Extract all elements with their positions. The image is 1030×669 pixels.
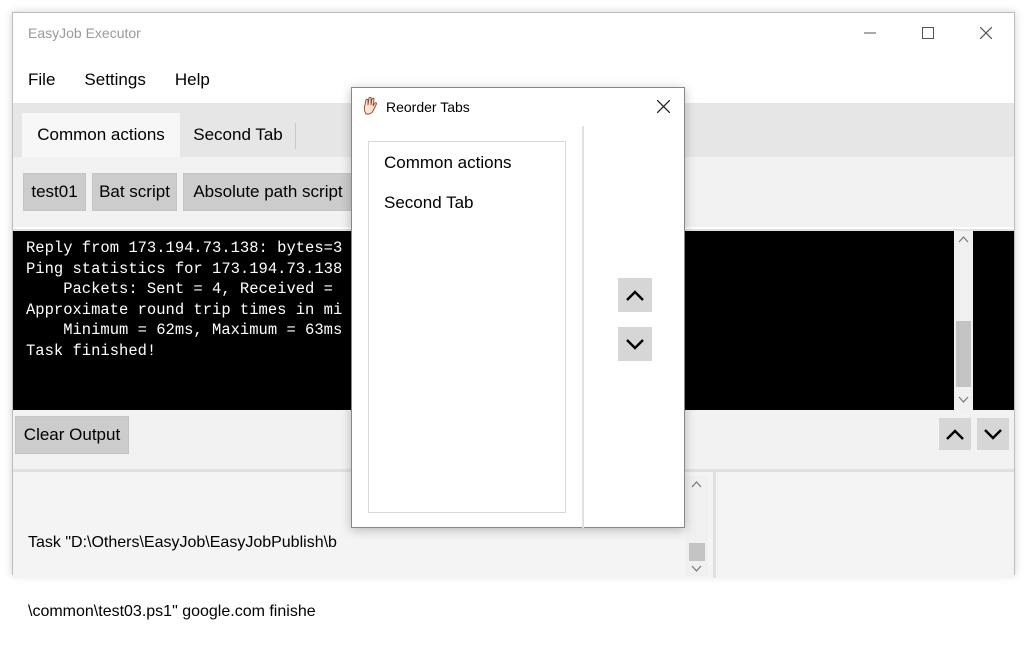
status-scroll-thumb[interactable] <box>689 543 705 561</box>
menu-settings[interactable]: Settings <box>84 70 145 89</box>
console-text: Reply from 173.194.73.138: bytes=3 Ping … <box>26 238 342 361</box>
console-line: Ping statistics for 173.194.73.138 <box>26 259 343 278</box>
dialog-divider <box>582 126 584 528</box>
chevron-up-icon <box>626 290 644 301</box>
tab-label: Second Tab <box>193 125 283 144</box>
maximize-icon <box>922 27 934 39</box>
window-title: EasyJob Executor <box>28 25 141 41</box>
move-up-button[interactable] <box>618 278 652 312</box>
minimize-button[interactable] <box>847 17 893 49</box>
menu-help[interactable]: Help <box>175 70 210 89</box>
console-line: Task finished! <box>26 341 157 360</box>
list-item[interactable]: Common actions <box>384 153 512 173</box>
panel-splitter[interactable] <box>713 472 716 578</box>
scroll-up-icon[interactable] <box>691 480 702 488</box>
console-line: Minimum = 62ms, Maximum = 63ms <box>26 321 343 339</box>
status-log-scrollbar[interactable] <box>686 476 708 576</box>
tab-order-list[interactable]: Common actions Second Tab <box>368 141 566 513</box>
reorder-tabs-dialog: Reorder Tabs Common actions Second Tab <box>351 87 685 528</box>
action-label: Bat script <box>99 182 170 201</box>
clear-output-button[interactable]: Clear Output <box>15 416 129 454</box>
scroll-down-icon[interactable] <box>691 565 702 573</box>
action-button-test01[interactable]: test01 <box>23 173 86 211</box>
action-button-absolute-path-script[interactable]: Absolute path script <box>183 173 353 211</box>
clear-output-label: Clear Output <box>23 425 121 444</box>
chevron-up-icon <box>946 429 964 440</box>
tab-label: Common actions <box>37 125 165 144</box>
scroll-down-icon[interactable] <box>958 396 969 404</box>
move-down-button[interactable] <box>618 327 652 361</box>
chevron-down-icon <box>626 339 644 350</box>
scroll-output-up-button[interactable] <box>939 418 971 450</box>
status-line: \common\test03.ps1" google.com finishe <box>28 603 316 620</box>
dialog-close-button[interactable] <box>648 92 678 120</box>
close-window-button[interactable] <box>963 17 1009 49</box>
dialog-title: Reorder Tabs <box>386 99 470 115</box>
close-icon <box>980 27 992 39</box>
console-scroll-thumb[interactable] <box>956 321 971 387</box>
close-icon <box>656 99 670 113</box>
action-label: test01 <box>31 182 78 201</box>
chevron-down-icon <box>984 429 1002 440</box>
action-button-bat-script[interactable]: Bat script <box>92 173 177 211</box>
status-line: Task "D:\Others\EasyJob\EasyJobPublish\b <box>28 534 337 551</box>
menu-bar: File Settings Help <box>28 70 239 90</box>
status-log-text: Task "D:\Others\EasyJob\EasyJobPublish\b… <box>28 485 337 669</box>
maximize-button[interactable] <box>905 17 951 49</box>
scroll-up-icon[interactable] <box>958 235 969 243</box>
tab-divider <box>295 123 296 149</box>
tab-second-tab[interactable]: Second Tab <box>180 113 296 157</box>
minimize-icon <box>864 32 876 34</box>
action-label: Absolute path script <box>193 182 343 201</box>
hand-icon <box>363 97 377 115</box>
menu-file[interactable]: File <box>28 70 55 89</box>
console-line: Approximate round trip times in mi <box>26 300 343 319</box>
console-line: Reply from 173.194.73.138: bytes=3 <box>26 239 343 257</box>
console-line: Packets: Sent = 4, Received = <box>26 280 343 298</box>
tab-common-actions[interactable]: Common actions <box>22 113 180 157</box>
console-scrollbar[interactable] <box>954 231 973 410</box>
scroll-output-down-button[interactable] <box>977 418 1009 450</box>
list-item[interactable]: Second Tab <box>384 193 473 213</box>
